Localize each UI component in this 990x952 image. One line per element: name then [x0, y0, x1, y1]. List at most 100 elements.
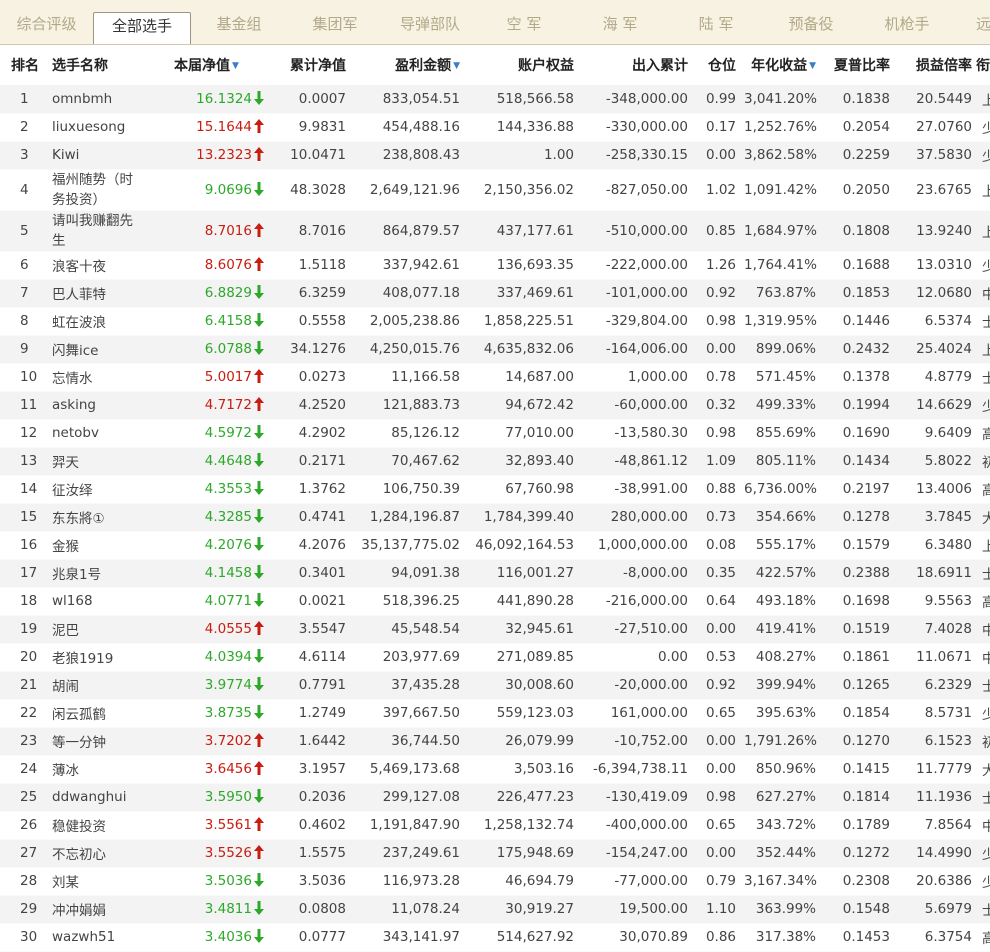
table-row[interactable]: 21 胡闹 3.9774 0.7791 37,435.28 30,008.60 -20,00… — [0, 671, 990, 700]
table-row[interactable]: 29 冲冲娟娟 3.4811 0.0808 11,078.24 30,919.27 19,5… — [0, 895, 990, 924]
player-name[interactable]: 浪客十夜 — [44, 251, 144, 280]
player-name[interactable]: wazwh51 — [44, 923, 144, 952]
table-row[interactable]: 9 闪舞ice 6.0788 34.1276 4,250,015.76 4,635,832… — [0, 335, 990, 364]
table-row[interactable]: 14 征汝绎 4.3553 1.3762 106,750.39 67,760.98 -38,… — [0, 475, 990, 504]
table-row[interactable]: 20 老狼1919 4.0394 4.6114 203,977.69 271,089.85… — [0, 643, 990, 672]
position-cell: 0.92 — [692, 671, 740, 700]
header-nav[interactable]: 本届净值 ▼ — [144, 45, 266, 85]
player-name[interactable]: 老狼1919 — [44, 643, 144, 672]
inout-cell: -20,000.00 — [578, 671, 692, 700]
tab-air-force[interactable]: 空 军 — [476, 0, 572, 44]
table-row[interactable]: 15 东东將① 4.3285 0.4741 1,284,196.87 1,784,399.… — [0, 503, 990, 532]
equity-cell: 32,893.40 — [464, 447, 578, 476]
player-name[interactable]: 胡闹 — [44, 671, 144, 700]
player-name[interactable]: 不忘初心 — [44, 839, 144, 868]
cum-nav-cell: 4.6114 — [266, 643, 350, 672]
table-row[interactable]: 3 Kiwi 13.2323 10.0471 238,808.43 1.00 -258,33… — [0, 141, 990, 170]
player-name[interactable]: 请叫我赚翻先生 — [44, 210, 144, 252]
arrow-down-icon — [254, 341, 264, 355]
profit-cell: 85,126.12 — [350, 419, 464, 448]
table-row[interactable]: 6 浪客十夜 8.6076 1.5118 337,942.61 136,693.35 -22… — [0, 251, 990, 280]
cum-nav-cell: 0.0273 — [266, 363, 350, 392]
player-name[interactable]: 泥巴 — [44, 615, 144, 644]
table-row[interactable]: 24 薄冰 3.6456 3.1957 5,469,173.68 3,503.16 -6,3… — [0, 755, 990, 784]
table-row[interactable]: 17 兆泉1号 4.1458 0.3401 94,091.38 116,001.27 -8,… — [0, 559, 990, 588]
table-row[interactable]: 11 asking 4.7172 4.2520 121,883.73 94,672.42-… — [0, 391, 990, 420]
player-name[interactable]: 忘情水 — [44, 363, 144, 392]
table-row[interactable]: 2 liuxuesong 15.1644 9.9831 454,488.16 144,33… — [0, 113, 990, 142]
player-name[interactable]: 虹在波浪 — [44, 307, 144, 336]
tab-more[interactable]: 远 — [966, 0, 990, 44]
rank-cell: 24 — [0, 755, 44, 784]
arrow-up-icon — [254, 119, 264, 133]
table-row[interactable]: 23 等一分钟 3.7202 1.6442 36,744.50 26,079.99 -10,… — [0, 727, 990, 756]
player-name[interactable]: 东东將① — [44, 503, 144, 532]
tab-all-players[interactable]: 全部选手 — [93, 12, 191, 44]
player-name[interactable]: 薄冰 — [44, 755, 144, 784]
tab-missile-force[interactable]: 导弹部队 — [384, 0, 476, 44]
nav-cell: 16.1324 — [144, 85, 266, 114]
player-name[interactable]: 巴人菲特 — [44, 279, 144, 308]
player-name[interactable]: 征汝绎 — [44, 475, 144, 504]
rank-cell: 11 — [0, 391, 44, 420]
player-name[interactable]: 等一分钟 — [44, 727, 144, 756]
table-row[interactable]: 28 刘某 3.5036 3.5036 116,973.28 46,694.79 -77,0… — [0, 867, 990, 896]
header-title: 衔级 — [976, 58, 990, 74]
player-name[interactable]: Kiwi — [44, 141, 144, 170]
header-cum-nav: 累计净值 — [290, 58, 346, 74]
table-row[interactable]: 19 泥巴 4.0555 3.5547 45,548.54 32,945.61 -27,51… — [0, 615, 990, 644]
equity-cell: 67,760.98 — [464, 475, 578, 504]
table-row[interactable]: 16 金猴 4.2076 4.2076 35,137,775.02 46,092,164.… — [0, 531, 990, 560]
player-name[interactable]: 金猴 — [44, 531, 144, 560]
title-cell: 初级士官 — [976, 727, 990, 756]
table-row[interactable]: 18 wl168 4.0771 0.0021 518,396.25 441,890.28-… — [0, 587, 990, 616]
table-row[interactable]: 8 虹在波浪 6.4158 0.5558 2,005,238.86 1,858,225.5… — [0, 307, 990, 336]
table-row[interactable]: 27 不忘初心 3.5526 1.5575 237,249.61 175,948.69 -1… — [0, 839, 990, 868]
position-cell: 0.65 — [692, 811, 740, 840]
sharpe-cell: 0.1854 — [820, 699, 894, 728]
annual-cell: 1,791.26% — [740, 727, 820, 756]
player-name[interactable]: 闲云孤鹤 — [44, 699, 144, 728]
tab-navy[interactable]: 海 军 — [572, 0, 668, 44]
table-header-row: 排名 选手名称 本届净值 ▼ 累计净值 盈利金额 ▼ 账户权益 出入累计 仓位 年化… — [0, 45, 990, 85]
table-row[interactable]: 10 忘情水 5.0017 0.0273 11,166.58 14,687.00 1,000… — [0, 363, 990, 392]
table-row[interactable]: 30 wazwh51 3.4036 0.0777 343,141.97 514,627.9… — [0, 923, 990, 952]
table-row[interactable]: 4 福州随势（时务投资） 9.0696 48.3028 2,649,121.96 2,15… — [0, 169, 990, 211]
header-profit[interactable]: 盈利金额 ▼ — [350, 45, 464, 85]
tab-army-group[interactable]: 集团军 — [286, 0, 384, 44]
table-row[interactable]: 7 巴人菲特 6.8829 6.3259 408,077.18 337,469.61 -10… — [0, 279, 990, 308]
player-name[interactable]: 稳健投资 — [44, 811, 144, 840]
position-cell: 1.26 — [692, 251, 740, 280]
player-name[interactable]: 闪舞ice — [44, 335, 144, 364]
player-name[interactable]: ddwanghui — [44, 783, 144, 812]
sharpe-cell: 0.1378 — [820, 363, 894, 392]
table-row[interactable]: 12 netobv 4.5972 4.2902 85,126.12 77,010.00 -1… — [0, 419, 990, 448]
player-name[interactable]: liuxuesong — [44, 113, 144, 142]
player-name[interactable]: asking — [44, 391, 144, 420]
table-row[interactable]: 22 闲云孤鹤 3.8735 1.2749 397,667.50 559,123.03 16… — [0, 699, 990, 728]
profit-cell: 2,649,121.96 — [350, 169, 464, 211]
player-name[interactable]: 刘某 — [44, 867, 144, 896]
tab-army[interactable]: 陆 军 — [668, 0, 764, 44]
table-row[interactable]: 13 羿天 4.4648 0.2171 70,467.62 32,893.40 -48,86… — [0, 447, 990, 476]
player-name[interactable]: 兆泉1号 — [44, 559, 144, 588]
player-name[interactable]: omnbmh — [44, 85, 144, 114]
player-name[interactable]: 冲冲娟娟 — [44, 895, 144, 924]
tab-reserve[interactable]: 预备役 — [764, 0, 858, 44]
tab-gunner[interactable]: 机枪手 — [858, 0, 956, 44]
table-row[interactable]: 26 稳健投资 3.5561 0.4602 1,191,847.90 1,258,132.… — [0, 811, 990, 840]
inout-cell: -154,247.00 — [578, 839, 692, 868]
table-row[interactable]: 5 请叫我赚翻先生 8.7016 8.7016 864,879.57 437,177.61… — [0, 210, 990, 252]
nav-cell: 4.3553 — [144, 475, 266, 504]
player-name[interactable]: wl168 — [44, 587, 144, 616]
tab-rating[interactable]: 综合评级 — [0, 0, 93, 44]
table-row[interactable]: 25 ddwanghui 3.5950 0.2036 299,127.08 226,477… — [0, 783, 990, 812]
nav-value: 6.0788 — [204, 341, 252, 357]
player-name[interactable]: 福州随势（时务投资） — [44, 169, 144, 211]
nav-value: 4.1458 — [204, 565, 252, 581]
header-annual[interactable]: 年化收益 ▼ — [740, 45, 820, 85]
player-name[interactable]: netobv — [44, 419, 144, 448]
player-name[interactable]: 羿天 — [44, 447, 144, 476]
table-row[interactable]: 1 omnbmh 16.1324 0.0007 833,054.51 518,566.58… — [0, 85, 990, 114]
tab-fund-group[interactable]: 基金组 — [192, 0, 286, 44]
